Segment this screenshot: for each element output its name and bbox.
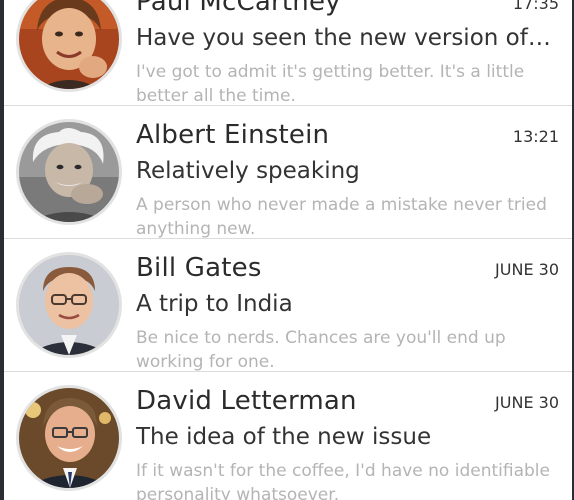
avatar-portrait-icon xyxy=(19,255,119,355)
message-time: 17:35 xyxy=(512,0,559,13)
message-list-item[interactable]: Paul McCartney 17:35 Have you seen the n… xyxy=(0,0,574,106)
message-subject: A trip to India xyxy=(136,291,293,317)
message-preview: A person who never made a mistake never … xyxy=(136,195,547,239)
message-list-screen: Paul McCartney 17:35 Have you seen the n… xyxy=(0,0,574,500)
avatar-portrait-icon xyxy=(19,388,119,488)
avatar xyxy=(16,0,122,92)
sender-name: Paul McCartney xyxy=(136,0,341,17)
message-subject: Have you seen the new version of My Life… xyxy=(136,25,556,51)
sender-name: Albert Einstein xyxy=(136,120,330,150)
message-list-item[interactable]: Bill Gates JUNE 30 A trip to India Be ni… xyxy=(0,239,574,372)
message-subject: Relatively speaking xyxy=(136,158,360,184)
message-preview: If it wasn't for the coffee, I'd have no… xyxy=(136,461,550,500)
message-list-item[interactable]: Albert Einstein 13:21 Relatively speakin… xyxy=(0,106,574,239)
avatar xyxy=(16,119,122,225)
message-preview: I've got to admit it's getting better. I… xyxy=(136,62,525,106)
message-preview: Be nice to nerds. Chances are you'll end… xyxy=(136,328,506,372)
message-time: JUNE 30 xyxy=(495,260,559,279)
message-time: 13:21 xyxy=(512,127,559,146)
avatar-portrait-icon xyxy=(19,0,119,89)
message-subject: The idea of the new issue xyxy=(136,424,432,450)
sender-name: David Letterman xyxy=(136,386,357,416)
avatar xyxy=(16,385,122,491)
message-time: JUNE 30 xyxy=(495,393,559,412)
message-list-item[interactable]: David Letterman JUNE 30 The idea of the … xyxy=(0,372,574,500)
avatar-portrait-icon xyxy=(19,122,119,222)
message-list: Paul McCartney 17:35 Have you seen the n… xyxy=(0,0,574,500)
avatar xyxy=(16,252,122,358)
sender-name: Bill Gates xyxy=(136,253,262,283)
